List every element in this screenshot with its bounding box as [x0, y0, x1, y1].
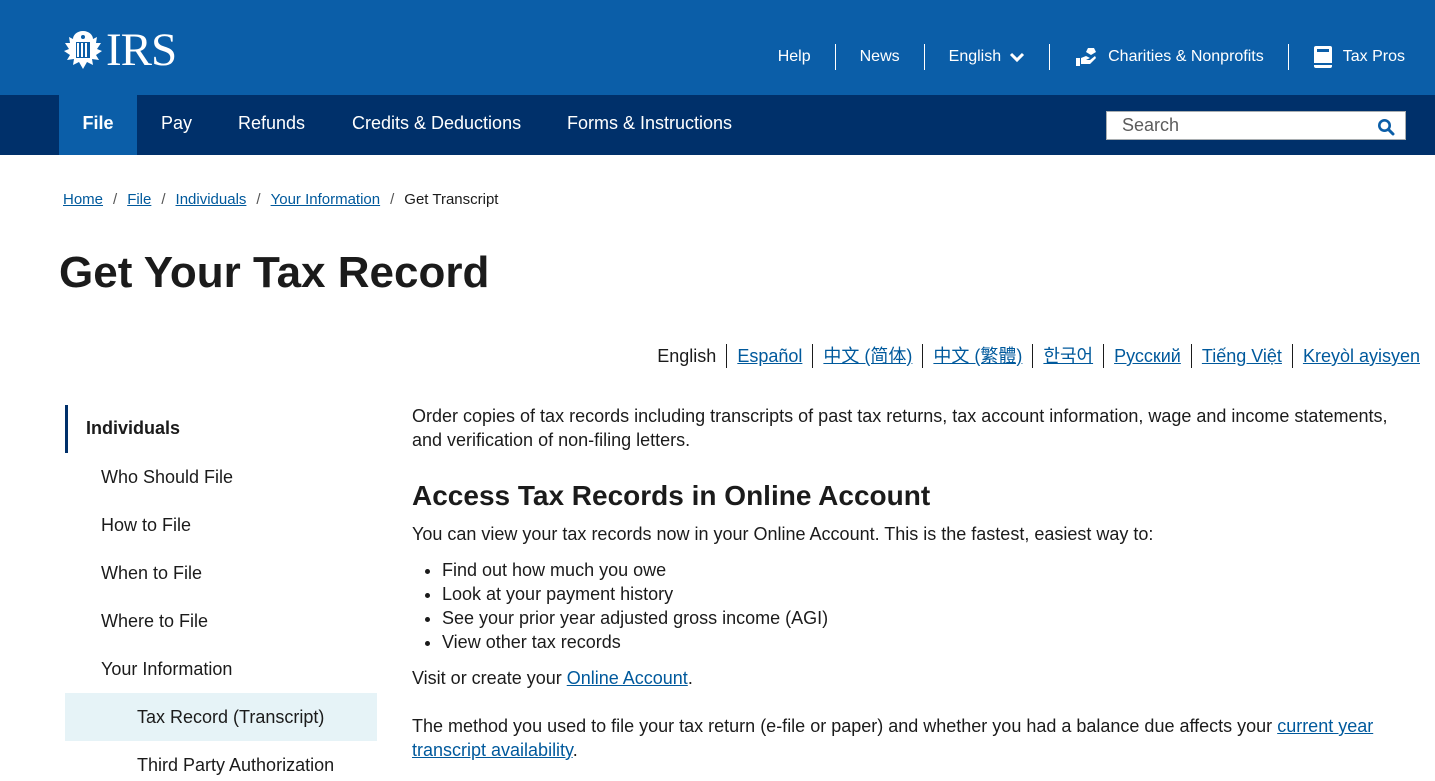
main-nav: File Pay Refunds Credits & Deductions Fo… [0, 95, 1435, 155]
intro-paragraph: Order copies of tax records including tr… [412, 406, 1388, 450]
language-dropdown[interactable]: English [923, 44, 1049, 70]
sidebar-item-how-to-file[interactable]: How to File [65, 501, 377, 549]
tab-credits-deductions[interactable]: Credits & Deductions [328, 95, 545, 155]
sidebar-item-when-to-file[interactable]: When to File [65, 549, 377, 597]
lang-current: English [657, 346, 717, 366]
tab-forms-instructions[interactable]: Forms & Instructions [543, 95, 756, 155]
helping-hand-icon [1076, 48, 1097, 66]
tax-pros-label: Tax Pros [1342, 48, 1405, 65]
list-item: Look at your payment history [442, 582, 1407, 606]
breadcrumb-your-information[interactable]: Your Information [271, 191, 381, 208]
visit-paragraph: Visit or create your Online Account. [412, 666, 1407, 690]
section-heading: Access Tax Records in Online Account [412, 480, 931, 511]
method-paragraph: The method you used to file your tax ret… [412, 714, 1407, 762]
sidebar-item-your-information[interactable]: Your Information [65, 645, 377, 693]
section-lead: You can view your tax records now in you… [412, 524, 1154, 544]
tab-refunds-label: Refunds [238, 113, 306, 133]
lang-link-haitian-creole[interactable]: Kreyòl ayisyen [1303, 346, 1420, 366]
logo-text: IRS [106, 24, 177, 76]
main-content: Order copies of tax records including tr… [412, 404, 1407, 762]
news-label: News [859, 48, 900, 65]
help-link[interactable]: Help [754, 44, 835, 70]
tab-credits-label: Credits & Deductions [352, 113, 522, 133]
tab-forms-label: Forms & Instructions [567, 113, 733, 133]
search-input[interactable] [1107, 112, 1367, 139]
charities-link[interactable]: Charities & Nonprofits [1049, 44, 1288, 70]
chevron-down-icon [1010, 52, 1025, 63]
page-title: Get Your Tax Record [59, 248, 490, 297]
visit-prefix: Visit or create your [412, 668, 567, 688]
breadcrumb-file[interactable]: File [127, 191, 151, 208]
eagle-seal-icon [64, 31, 102, 69]
lang-link-vietnamese[interactable]: Tiếng Việt [1202, 346, 1282, 366]
breadcrumb-current: Get Transcript [404, 191, 499, 208]
benefits-list: Find out how much you owe Look at your p… [442, 558, 1407, 654]
breadcrumb-separator: / [113, 191, 118, 208]
sidebar-item-third-party-authorization[interactable]: Third Party Authorization [65, 741, 377, 781]
charities-label: Charities & Nonprofits [1108, 48, 1264, 65]
tab-file-label: File [82, 113, 114, 133]
list-item: See your prior year adjusted gross incom… [442, 606, 1407, 630]
breadcrumb-individuals[interactable]: Individuals [176, 191, 247, 208]
sidebar-nav: Individuals Who Should File How to File … [65, 405, 377, 781]
lang-link-russian[interactable]: Русский [1114, 346, 1181, 366]
sidebar-item-who-should-file[interactable]: Who Should File [65, 453, 377, 501]
language-switcher: English Español 中文 (简体) 中文 (繁體) 한국어 Русс… [647, 344, 1420, 368]
lang-link-chinese-simplified[interactable]: 中文 (简体) [823, 346, 912, 366]
breadcrumb: Home / File / Individuals / Your Informa… [63, 191, 498, 208]
language-label: English [948, 48, 1002, 65]
sidebar-item-tax-record[interactable]: Tax Record (Transcript) [65, 693, 377, 741]
lang-link-spanish[interactable]: Español [737, 346, 802, 366]
list-item: Find out how much you owe [442, 558, 1407, 582]
online-account-link[interactable]: Online Account [567, 668, 688, 688]
breadcrumb-separator: / [390, 191, 395, 208]
search-icon[interactable] [1377, 118, 1395, 136]
method-text: The method you used to file your tax ret… [412, 716, 1278, 736]
lang-link-korean[interactable]: 한국어 [1043, 346, 1093, 366]
visit-suffix: . [687, 668, 693, 688]
sidebar-item-where-to-file[interactable]: Where to File [65, 597, 377, 645]
search-box [1106, 111, 1406, 140]
sidebar-heading-individuals[interactable]: Individuals [65, 405, 377, 453]
tab-pay-label: Pay [161, 113, 193, 133]
breadcrumb-separator: / [161, 191, 166, 208]
breadcrumb-home[interactable]: Home [63, 191, 103, 208]
tax-pros-link[interactable]: Tax Pros [1287, 44, 1405, 70]
help-label: Help [777, 48, 811, 65]
site-header: IRS Help News English Charities & Nonpro… [0, 0, 1435, 95]
irs-logo[interactable]: IRS [60, 24, 177, 76]
lang-link-chinese-traditional[interactable]: 中文 (繁體) [933, 346, 1022, 366]
list-item: View other tax records [442, 630, 1407, 654]
method-suffix: . [572, 740, 578, 760]
breadcrumb-separator: / [256, 191, 261, 208]
utility-nav: Help News English Charities & Nonprofits [754, 44, 1405, 70]
tab-file[interactable]: File [59, 95, 137, 155]
news-link[interactable]: News [834, 44, 924, 70]
tab-pay[interactable]: Pay [137, 95, 216, 155]
tab-refunds[interactable]: Refunds [214, 95, 329, 155]
book-icon [1313, 46, 1332, 68]
